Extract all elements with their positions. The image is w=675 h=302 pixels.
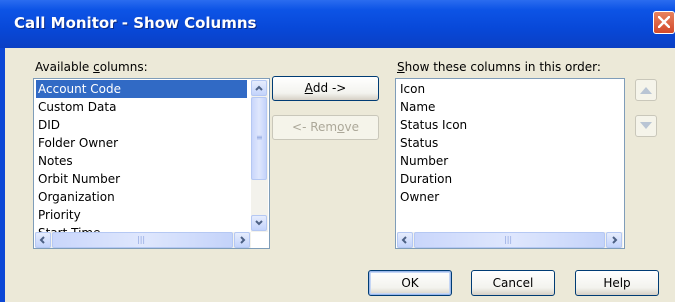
- scroll-thumb-horizontal[interactable]: |||: [414, 232, 605, 248]
- chevron-left-icon: [39, 236, 45, 244]
- thumb-grip: |||: [137, 235, 146, 244]
- list-item[interactable]: DID: [36, 116, 247, 134]
- list-item[interactable]: Orbit Number: [36, 170, 247, 188]
- chevron-up-icon: [255, 85, 263, 91]
- remove-button[interactable]: <- Remove: [272, 115, 379, 140]
- title-bar[interactable]: Call Monitor - Show Columns: [0, 0, 675, 48]
- shown-horizontal-scrollbar[interactable]: |||: [397, 232, 623, 248]
- thumb-grip: ≡: [256, 133, 263, 142]
- list-item[interactable]: Priority: [36, 206, 247, 224]
- help-button[interactable]: Help: [575, 270, 659, 296]
- list-item[interactable]: Notes: [36, 152, 247, 170]
- scroll-left-button[interactable]: [397, 232, 413, 248]
- available-horizontal-scrollbar[interactable]: |||: [35, 232, 251, 248]
- move-down-button[interactable]: [635, 115, 657, 137]
- add-button[interactable]: Add ->: [272, 76, 379, 101]
- shown-columns-label: Show these columns in this order:: [397, 60, 601, 74]
- list-item[interactable]: Organization: [36, 188, 247, 206]
- list-item[interactable]: Owner: [398, 188, 620, 206]
- list-item[interactable]: Custom Data: [36, 98, 247, 116]
- scroll-right-button[interactable]: [606, 232, 622, 248]
- chevron-right-icon: [240, 236, 246, 244]
- list-item[interactable]: Duration: [398, 170, 620, 188]
- scroll-up-button[interactable]: [251, 80, 267, 96]
- available-vertical-scrollbar[interactable]: ≡: [251, 80, 268, 232]
- available-columns-label: Available columns:: [35, 60, 148, 74]
- scroll-thumb-horizontal[interactable]: |||: [52, 232, 233, 248]
- thumb-grip: |||: [504, 235, 513, 244]
- list-item[interactable]: Name: [398, 98, 620, 116]
- scroll-right-button[interactable]: [234, 232, 250, 248]
- available-columns-list[interactable]: Account Code Custom Data DID Folder Owner No…: [33, 78, 270, 249]
- chevron-left-icon: [401, 236, 407, 244]
- dialog-body: Available columns: Account Code Custom Da…: [5, 48, 675, 302]
- list-item[interactable]: Icon: [398, 80, 620, 98]
- scroll-down-button[interactable]: [251, 215, 267, 231]
- list-item[interactable]: Account Code: [36, 80, 247, 98]
- dialog-window: Call Monitor - Show Columns Available co…: [0, 0, 675, 302]
- chevron-down-icon: [255, 220, 263, 226]
- scroll-left-button[interactable]: [35, 232, 51, 248]
- triangle-down-icon: [640, 122, 652, 129]
- close-icon: [658, 16, 670, 28]
- scroll-thumb[interactable]: ≡: [251, 97, 267, 180]
- list-item[interactable]: Folder Owner: [36, 134, 247, 152]
- cancel-button[interactable]: Cancel: [471, 270, 555, 296]
- triangle-up-icon: [640, 87, 652, 94]
- shown-columns-list[interactable]: Icon Name Status Icon Status Number Duration O…: [395, 78, 625, 249]
- move-up-button[interactable]: [635, 79, 657, 101]
- list-item[interactable]: Status Icon: [398, 116, 620, 134]
- list-item[interactable]: Status: [398, 134, 620, 152]
- window-title: Call Monitor - Show Columns: [14, 14, 257, 32]
- ok-button[interactable]: OK: [368, 270, 452, 296]
- list-item[interactable]: Number: [398, 152, 620, 170]
- close-button[interactable]: [653, 11, 675, 34]
- chevron-right-icon: [612, 236, 618, 244]
